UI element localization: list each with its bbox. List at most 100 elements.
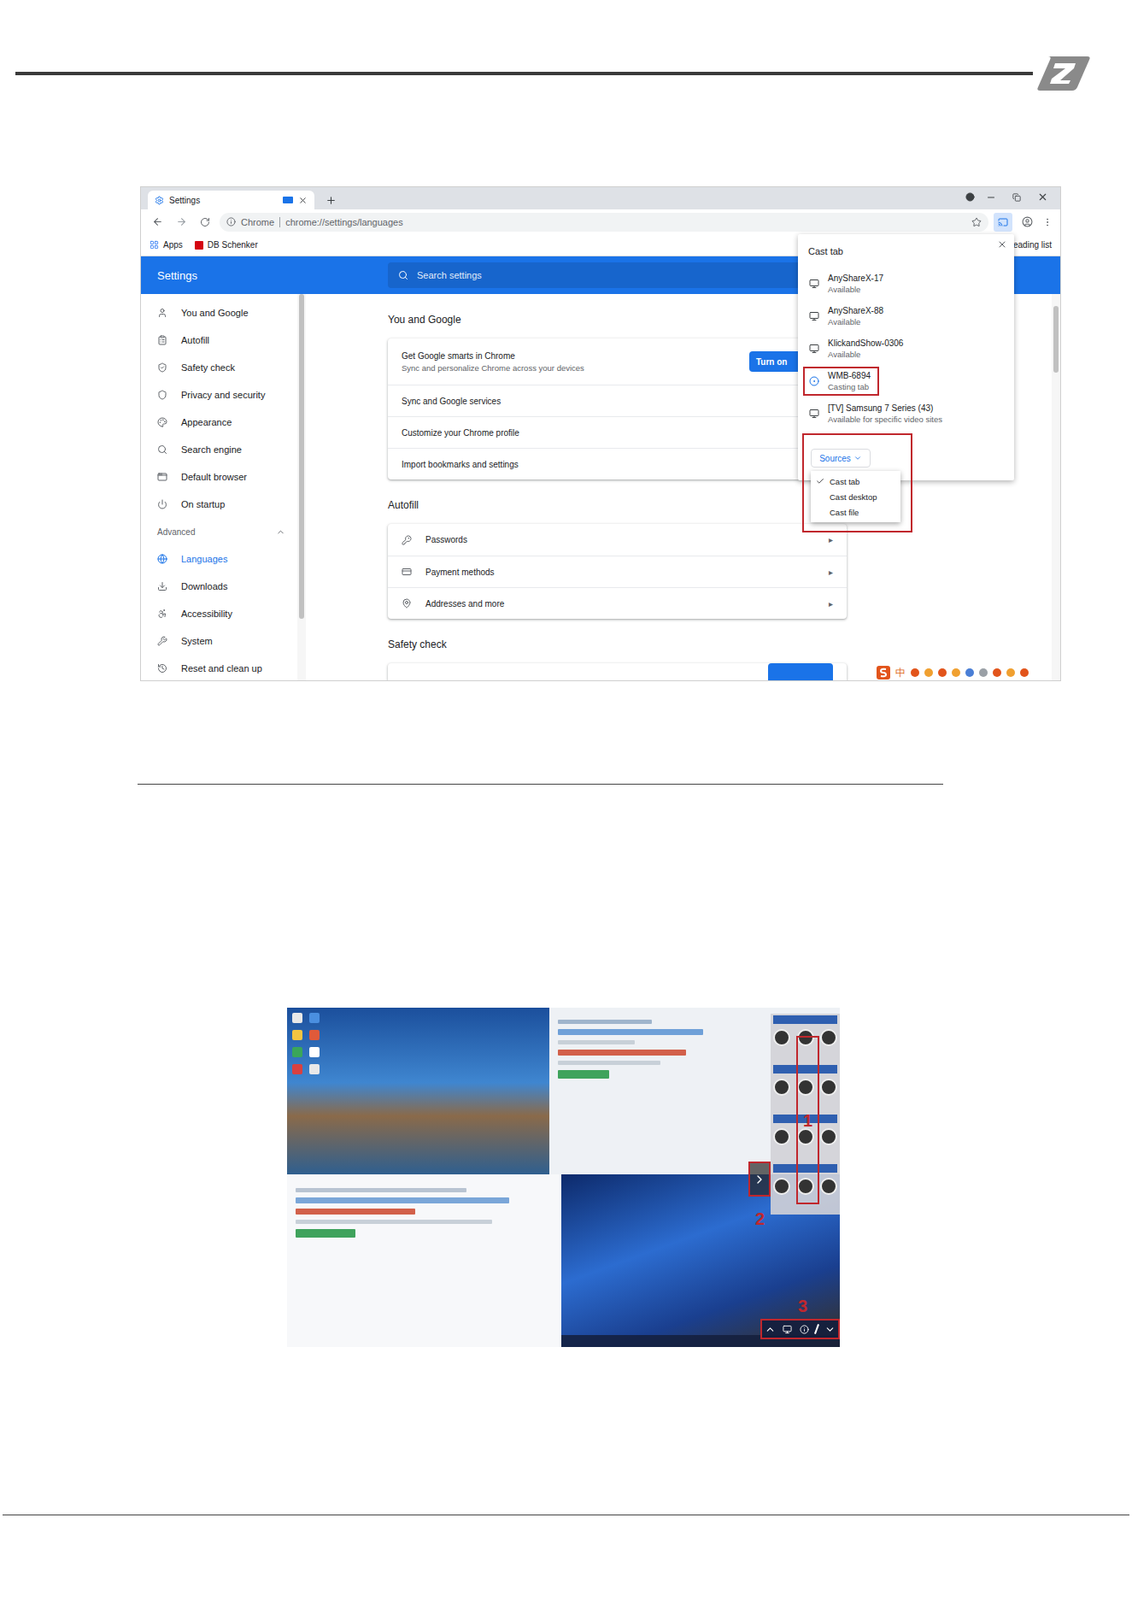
settings-row[interactable]: Passwords▸: [387, 523, 847, 556]
close-window-button[interactable]: [1032, 187, 1052, 207]
ime-tool-icon[interactable]: [910, 668, 920, 677]
control-button[interactable]: [820, 1177, 838, 1195]
cast-device[interactable]: KlickandShow-0306Available: [797, 332, 1015, 365]
row-text: Sync and Google services: [401, 396, 833, 406]
back-button[interactable]: [147, 212, 167, 232]
settings-search[interactable]: Search settings: [387, 262, 818, 288]
omnibox[interactable]: Chromechrome://settings/languages: [219, 212, 989, 232]
sidebar-item[interactable]: Accessibility: [140, 599, 298, 628]
monitor-icon: [809, 278, 820, 289]
bookmark[interactable]: Apps: [149, 240, 183, 250]
control-button[interactable]: [797, 1078, 815, 1096]
cast-dialog: Cast tabAnyShareX-17AvailableAnyShareX-8…: [797, 234, 1015, 481]
sidebar-item[interactable]: Downloads: [140, 572, 298, 600]
new-tab-button[interactable]: [321, 190, 341, 210]
profile-button[interactable]: [1017, 212, 1037, 232]
device-text: [TV] Samsung 7 Series (43)Available for …: [827, 403, 943, 424]
minimize-button[interactable]: [981, 187, 1001, 207]
device-status: Casting tab: [827, 381, 871, 392]
row-text: Passwords: [425, 534, 816, 545]
expand-button[interactable]: [748, 1161, 771, 1197]
sources-menu: Cast tabCast desktopCast file: [810, 470, 901, 523]
ime-tool-icon[interactable]: [951, 668, 961, 677]
scroll-thumb[interactable]: [1053, 305, 1059, 373]
sidebar-item[interactable]: Privacy and security: [140, 381, 298, 409]
forward-button[interactable]: [171, 212, 191, 232]
sidebar-item[interactable]: Appearance: [140, 408, 298, 436]
window-controls: [965, 187, 1061, 210]
settings-row[interactable]: Addresses and more▸: [387, 586, 847, 619]
desktop-icon: [292, 1029, 303, 1040]
sidebar-item[interactable]: Search engine: [140, 435, 298, 464]
cast-device[interactable]: WMB-6894Casting tab: [797, 364, 1015, 398]
advanced-toggle[interactable]: Advanced: [140, 517, 298, 546]
settings-row[interactable]: Get Google smarts in ChromeSync and pers…: [387, 338, 847, 385]
control-button[interactable]: [773, 1078, 791, 1096]
sidebar-item[interactable]: Reset and clean up: [140, 654, 298, 681]
control-button[interactable]: [797, 1177, 815, 1195]
control-button[interactable]: [797, 1028, 815, 1046]
sources-button[interactable]: Sources: [810, 448, 871, 468]
gear-icon: [154, 195, 165, 206]
site-info-icon: [226, 217, 236, 227]
control-button[interactable]: [820, 1078, 838, 1096]
sources-menu-item[interactable]: Cast tab: [810, 473, 901, 489]
ime-tool-icon[interactable]: [924, 668, 933, 677]
control-button[interactable]: [773, 1028, 791, 1046]
settings-row[interactable]: Customize your Chrome profile: [387, 416, 847, 448]
sidebar-item[interactable]: Default browser: [140, 463, 298, 491]
restore-button[interactable]: [1007, 187, 1027, 207]
scroll-thumb[interactable]: [299, 293, 305, 619]
info-icon: [799, 1324, 810, 1334]
settings-row[interactable]: Sync and Google services: [387, 384, 847, 417]
caret-icon: [853, 453, 863, 463]
row-subtext: Sync and personalize Chrome across your …: [401, 363, 736, 373]
cast-close-button[interactable]: [997, 239, 1008, 250]
browser-tab[interactable]: Settings: [147, 190, 315, 210]
screen-row: [287, 1007, 840, 1174]
safety-check-button[interactable]: [768, 662, 833, 681]
ime-tool-icon[interactable]: [979, 668, 988, 677]
device-text: AnyShareX-17Available: [827, 273, 884, 294]
sidebar-item[interactable]: System: [140, 627, 298, 655]
sources-menu-item[interactable]: Cast desktop: [810, 488, 901, 505]
pin-icon: [401, 598, 412, 609]
monitor-icon: [809, 343, 820, 354]
reload-button[interactable]: [195, 212, 215, 232]
ime-tool-icon[interactable]: [992, 668, 1002, 677]
sidebar-item[interactable]: You and Google: [140, 299, 298, 327]
restore-icon: [1012, 193, 1021, 202]
main-scrollbar[interactable]: [1051, 293, 1061, 681]
sidebar-item[interactable]: Languages: [140, 545, 298, 573]
control-button[interactable]: [773, 1127, 791, 1145]
menu-button[interactable]: [1041, 212, 1054, 232]
device-entry: WMB-6894Casting tab: [803, 366, 880, 396]
control-button[interactable]: [820, 1028, 838, 1046]
settings-row[interactable]: Payment methods▸: [387, 555, 847, 587]
control-button[interactable]: [797, 1127, 815, 1145]
sidebar-scrollbar[interactable]: [297, 293, 306, 681]
ime-tool-icon[interactable]: [1006, 668, 1015, 677]
ime-tool-icon[interactable]: [1020, 668, 1029, 677]
cast-button[interactable]: [993, 212, 1013, 232]
cast-device[interactable]: AnyShareX-88Available: [797, 299, 1015, 333]
close-icon: [298, 195, 308, 206]
sidebar-item[interactable]: Safety check: [140, 353, 298, 382]
settings-column: You and GoogleGet Google smarts in Chrom…: [387, 312, 847, 681]
reading-list[interactable]: eading list: [1013, 240, 1052, 250]
cast-device[interactable]: AnyShareX-17Available: [797, 267, 1015, 300]
search-icon: [398, 269, 409, 281]
desktop-icon: [292, 1063, 303, 1074]
control-button[interactable]: [773, 1177, 791, 1195]
ime-tool-icon[interactable]: [965, 668, 974, 677]
cast-device[interactable]: [TV] Samsung 7 Series (43)Available for …: [797, 397, 1015, 430]
sources-menu-item[interactable]: Cast file: [810, 504, 901, 520]
ime-tool-icon[interactable]: [938, 668, 947, 677]
control-button[interactable]: [820, 1127, 838, 1145]
ime-mode[interactable]: 中: [895, 665, 906, 681]
sidebar-item[interactable]: Autofill: [140, 326, 298, 354]
bookmark[interactable]: DB Schenker: [194, 240, 259, 250]
annotation-label: 1: [803, 1110, 813, 1130]
settings-row[interactable]: Import bookmarks and settings: [387, 447, 847, 480]
sidebar-item[interactable]: On startup: [140, 490, 298, 518]
